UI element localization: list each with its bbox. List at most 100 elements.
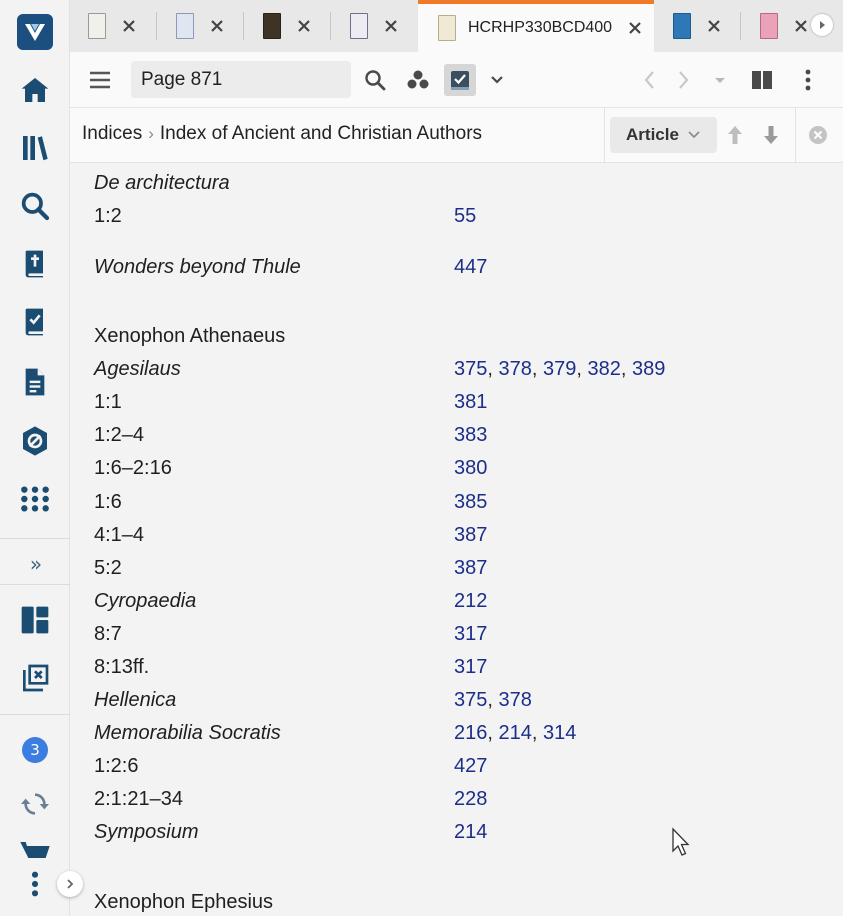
page-reference-link[interactable]: 381	[454, 391, 487, 413]
page-reference-link[interactable]: 375	[454, 689, 487, 711]
index-entry-label: 1:6	[94, 491, 122, 513]
index-entry-label: 8:7	[94, 623, 122, 645]
page-references: 375, 378	[454, 689, 532, 712]
index-row: 1:2 55	[94, 205, 814, 233]
tab-3[interactable]	[263, 0, 313, 52]
next-article-icon[interactable]	[757, 121, 785, 149]
reading-plan-icon[interactable]	[17, 304, 53, 340]
close-tab-icon[interactable]	[382, 17, 400, 35]
reference-separator: ,	[531, 722, 543, 744]
page-references: 447	[454, 256, 487, 279]
breadcrumb: Indices › Index of Ancient and Christian A…	[82, 123, 482, 145]
page-reference-link[interactable]: 378	[499, 358, 532, 380]
page-reference-input[interactable]	[131, 61, 351, 98]
tab-2[interactable]	[176, 0, 226, 52]
page-reference-link[interactable]: 383	[454, 424, 487, 446]
layouts-icon[interactable]	[17, 602, 53, 638]
cart-icon[interactable]	[17, 838, 53, 860]
index-entry-label: 1:1	[94, 391, 122, 413]
index-row: 8:13ff. 317	[94, 656, 814, 684]
article-dropdown-label: Article	[626, 125, 679, 144]
index-entry-label: Hellenica	[94, 689, 177, 711]
index-row: Wonders beyond Thule 447	[94, 256, 814, 284]
scroll-tabs-right-button[interactable]	[811, 14, 833, 36]
page-reference-link[interactable]: 382	[588, 358, 621, 380]
page-references: 380	[454, 457, 487, 480]
tab-6[interactable]	[673, 0, 723, 52]
page-reference-link[interactable]: 389	[632, 358, 665, 380]
previous-article-icon[interactable]	[721, 121, 749, 149]
close-all-tabs-icon[interactable]	[17, 660, 53, 696]
documents-icon[interactable]	[17, 364, 53, 400]
close-tab-icon[interactable]	[626, 19, 644, 37]
page-reference-link[interactable]: 317	[454, 623, 487, 645]
page-reference-link[interactable]: 214	[454, 821, 487, 843]
guides-icon[interactable]	[17, 423, 53, 459]
page-reference-link[interactable]: 379	[543, 358, 576, 380]
search-icon[interactable]	[17, 188, 53, 224]
mouse-cursor-icon	[672, 827, 690, 856]
bible-icon[interactable]	[17, 246, 53, 282]
page-reference-link[interactable]: 375	[454, 358, 487, 380]
clear-icon[interactable]	[804, 121, 832, 149]
page-reference-link[interactable]: 427	[454, 755, 487, 777]
index-row: 8:7 317	[94, 623, 814, 651]
home-icon[interactable]	[17, 72, 53, 108]
page-reference-link[interactable]: 447	[454, 256, 487, 278]
page-reference-link[interactable]: 387	[454, 557, 487, 579]
breadcrumb-item-indices[interactable]: Indices	[82, 123, 142, 144]
index-entry-label: 1:2:6	[94, 755, 139, 777]
left-rail: » 3	[0, 0, 83, 916]
tab-7[interactable]	[760, 0, 810, 52]
collapse-panel-button[interactable]	[57, 871, 83, 897]
book-cover-icon	[438, 15, 456, 41]
search-resource-icon[interactable]	[361, 66, 389, 94]
index-row: De architectura	[94, 172, 814, 200]
close-tab-icon[interactable]	[208, 17, 226, 35]
page-reference-link[interactable]: 387	[454, 524, 487, 546]
close-tab-icon[interactable]	[295, 17, 313, 35]
library-icon[interactable]	[17, 130, 53, 166]
split-view-icon[interactable]	[748, 66, 776, 94]
logos-logo-icon[interactable]	[17, 14, 53, 50]
parallel-resources-icon[interactable]	[404, 66, 432, 94]
tab-1[interactable]	[88, 0, 138, 52]
page-reference-link[interactable]: 216	[454, 722, 487, 744]
index-content: De architectura 1:2 55 Wonders beyond Thule…	[70, 164, 843, 916]
page-reference-link[interactable]: 214	[499, 722, 532, 744]
expand-rail-icon[interactable]: »	[25, 553, 47, 575]
forward-icon[interactable]	[669, 66, 697, 94]
notification-badge[interactable]: 3	[22, 737, 48, 763]
history-dropdown-icon[interactable]	[706, 66, 734, 94]
page-reference-link[interactable]: 380	[454, 457, 487, 479]
back-icon[interactable]	[636, 66, 664, 94]
panel-more-options-icon[interactable]	[794, 66, 822, 94]
index-row: 1:2–4 383	[94, 424, 814, 452]
page-reference-link[interactable]: 385	[454, 491, 487, 513]
article-dropdown-button[interactable]: Article	[610, 117, 717, 153]
index-row: 1:2:6 427	[94, 755, 814, 783]
page-reference-link[interactable]: 378	[499, 689, 532, 711]
chevron-down-icon[interactable]	[483, 66, 511, 94]
more-options-icon[interactable]	[17, 866, 53, 902]
panel-menu-icon[interactable]	[88, 68, 112, 92]
page-reference-link[interactable]: 55	[454, 205, 476, 227]
index-entry-label: 1:2–4	[94, 424, 145, 446]
sync-icon[interactable]	[17, 786, 53, 822]
close-tab-icon[interactable]	[705, 17, 723, 35]
page-reference-link[interactable]: 317	[454, 656, 487, 678]
breadcrumb-item-current[interactable]: Index of Ancient and Christian Authors	[160, 123, 482, 144]
tab-4[interactable]	[350, 0, 400, 52]
page-reference-link[interactable]: 228	[454, 788, 487, 810]
index-entry-label: Memorabilia Socratis	[94, 722, 281, 744]
page-reference-link[interactable]: 314	[543, 722, 576, 744]
close-tab-icon[interactable]	[792, 17, 810, 35]
tab-active[interactable]: HCRHP330BCD400	[418, 0, 654, 52]
close-tab-icon[interactable]	[120, 17, 138, 35]
reading-plan-toggle-icon[interactable]	[444, 64, 476, 96]
index-entry-label: 2:1:21–34	[94, 788, 183, 810]
page-reference-link[interactable]: 212	[454, 590, 487, 612]
apps-grid-icon[interactable]	[17, 481, 53, 517]
index-entry-label: Xenophon Athenaeus	[94, 325, 286, 347]
index-row: 2:1:21–34 228	[94, 788, 814, 816]
